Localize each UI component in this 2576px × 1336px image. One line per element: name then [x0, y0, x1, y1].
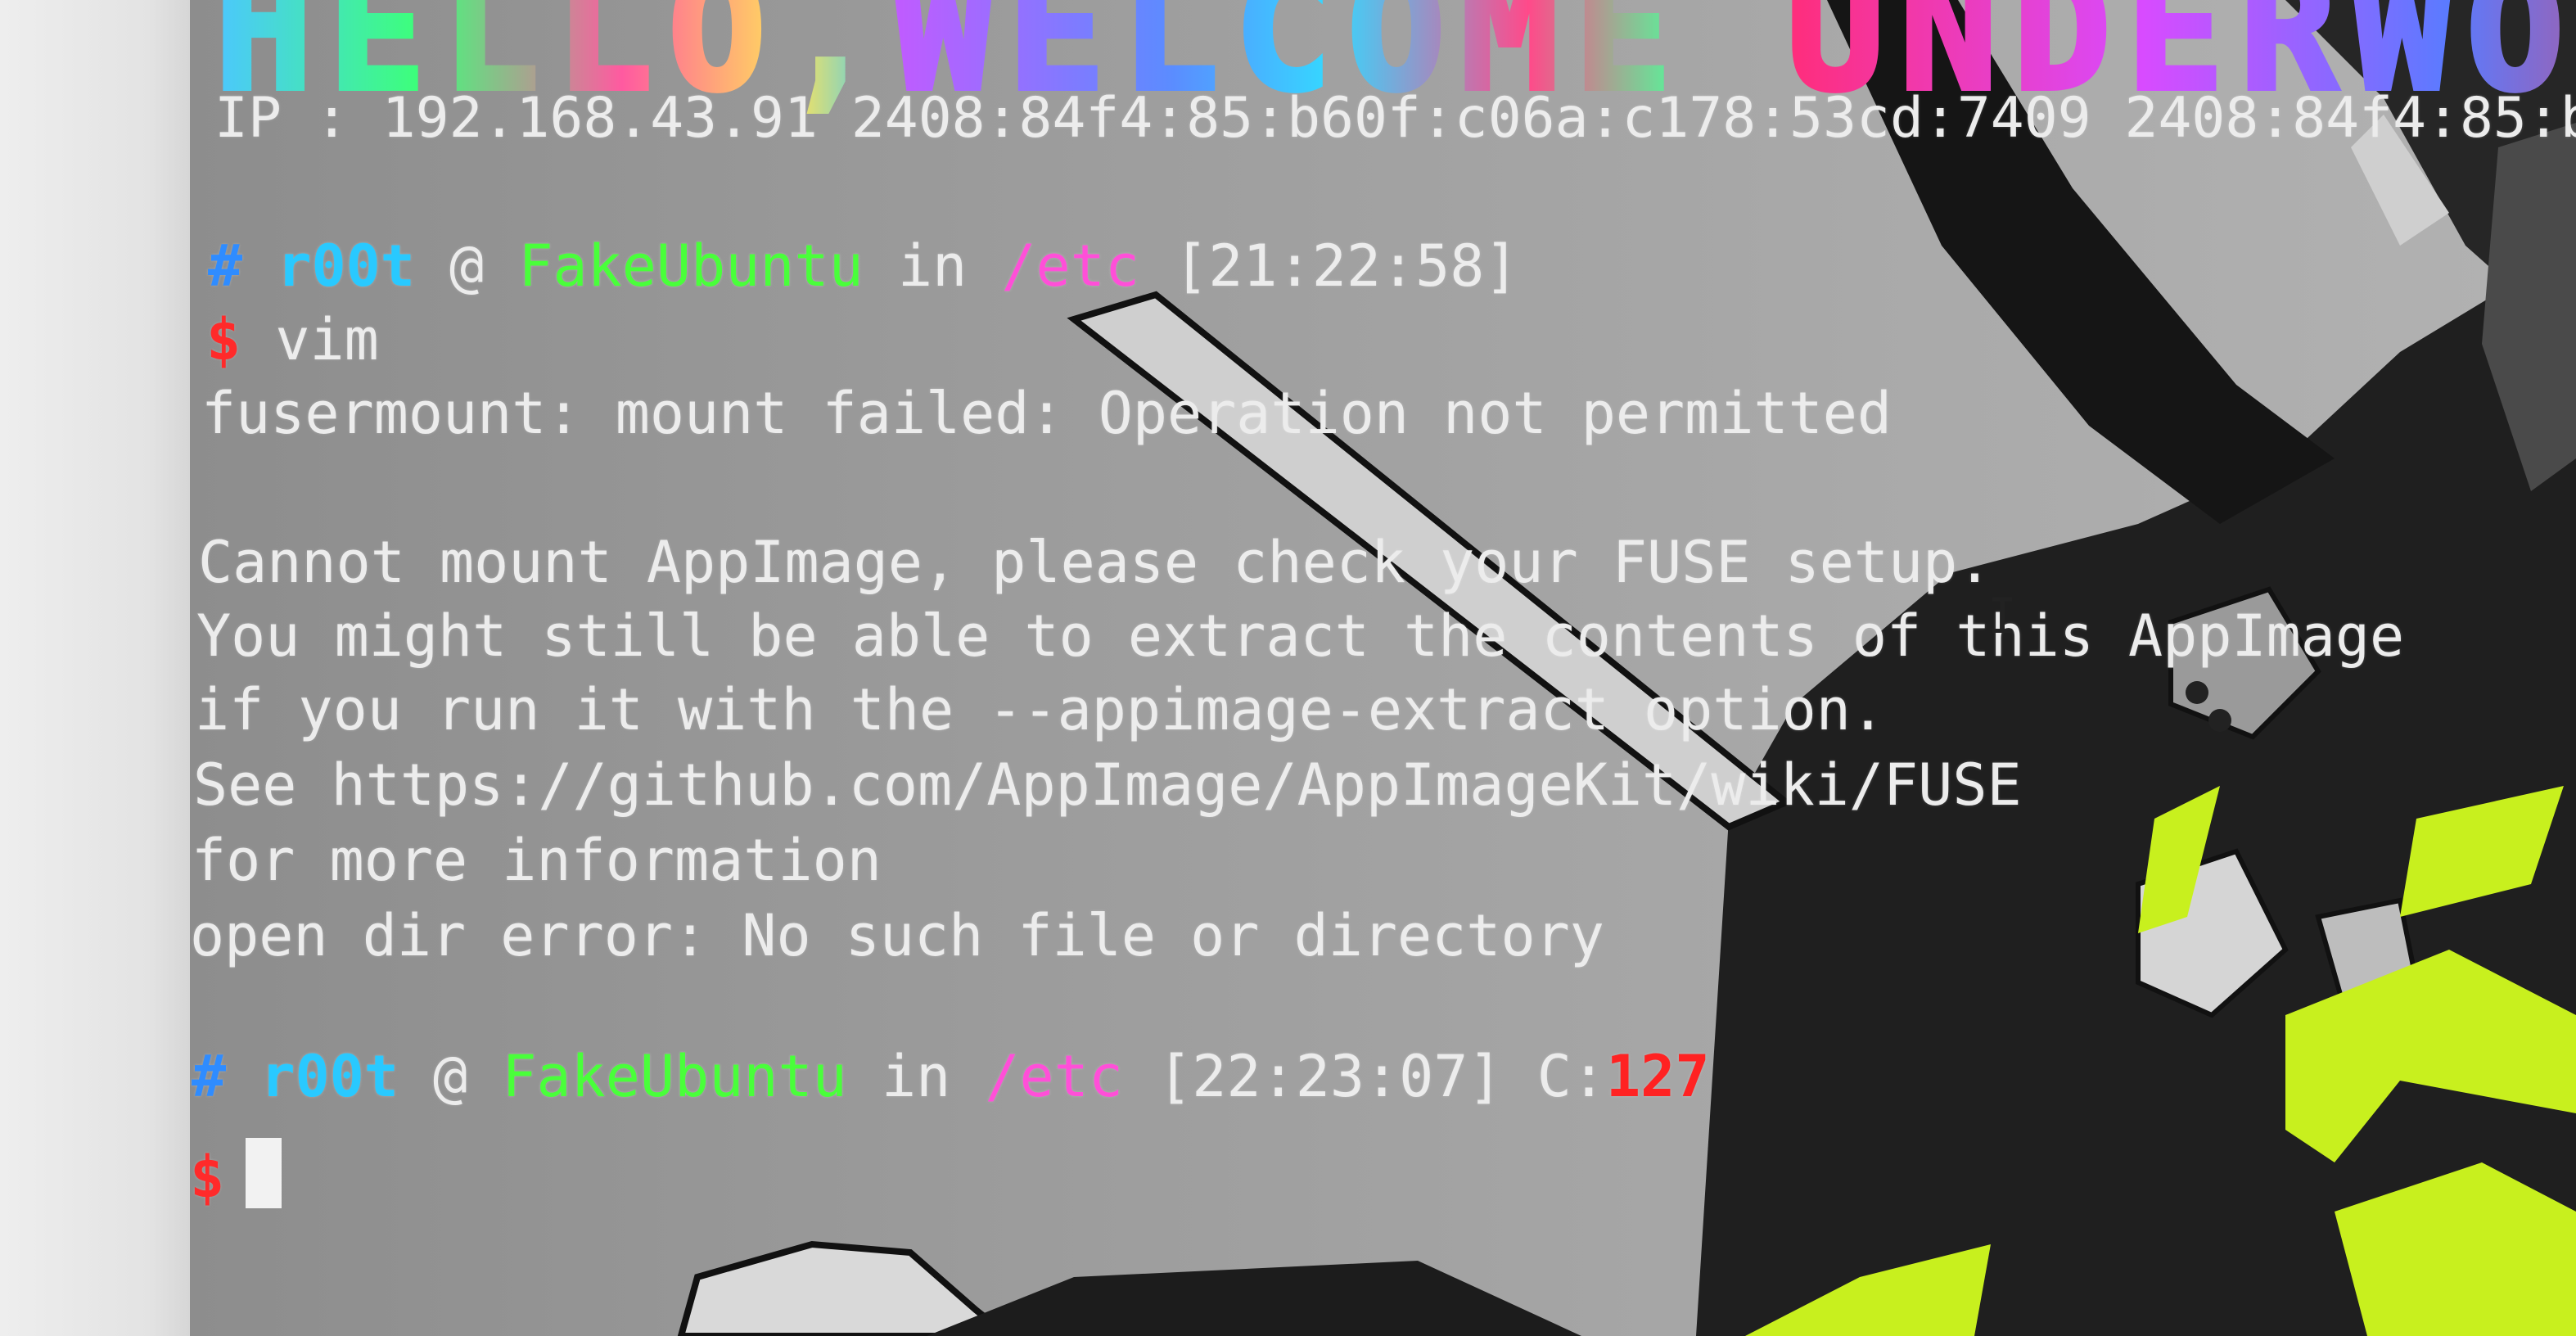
prompt-dollar: $ — [206, 306, 241, 373]
prompt-host: FakeUbuntu — [502, 1043, 847, 1110]
prompt-line: # r00t @ FakeUbuntu in /etc [21:22:58] — [208, 237, 1519, 295]
prompt-line: # r00t @ FakeUbuntu in /etc [22:23:07] C… — [192, 1048, 1709, 1105]
prompt-hash: # — [208, 232, 243, 300]
block-cursor-icon[interactable] — [246, 1138, 282, 1208]
prompt-user: r00t — [277, 232, 415, 300]
exit-code-label: C: — [1536, 1043, 1607, 1110]
output-line: if you run it with the --appimage-extrac… — [195, 676, 1886, 743]
output-line: for more information — [192, 827, 882, 894]
prompt-at: @ — [449, 232, 485, 300]
command-text: vim — [275, 306, 379, 373]
prompt-at: @ — [433, 1043, 468, 1110]
text-ibeam-icon: I — [1987, 588, 2018, 645]
output-line: Cannot mount AppImage, please check your… — [198, 529, 1992, 596]
prompt-in: in — [897, 232, 968, 300]
prompt-dollar: $ — [190, 1144, 225, 1211]
command-line: $ vim — [206, 311, 379, 368]
ip-line: IP : 192.168.43.91 2408:84f4:85:b60f:c06… — [214, 86, 2576, 151]
prompt-user: r00t — [260, 1043, 399, 1110]
command-line[interactable]: $ — [190, 1138, 282, 1208]
prompt-in: in — [881, 1043, 951, 1110]
prompt-path: /etc — [1001, 232, 1139, 300]
terminal-window[interactable]: HELLO, WELCOME UNDERWORL IP : 192.168.43… — [190, 0, 2576, 1336]
output-line: See https://github.com/AppImage/AppImage… — [193, 752, 2022, 819]
photo-of-screen: HELLO, WELCOME UNDERWORL IP : 192.168.43… — [0, 0, 2576, 1336]
exit-code-value: 127 — [1606, 1043, 1710, 1110]
output-line: fusermount: mount failed: Operation not … — [201, 380, 1893, 447]
prompt-time: [21:22:58] — [1174, 232, 1519, 300]
prompt-host: FakeUbuntu — [518, 232, 864, 300]
prompt-time: [22:23:07] — [1157, 1043, 1503, 1110]
terminal-text[interactable]: IP : 192.168.43.91 2408:84f4:85:b60f:c06… — [190, 0, 2576, 1336]
prompt-path: /etc — [985, 1043, 1123, 1110]
monitor-bezel — [0, 0, 213, 1336]
output-line: open dir error: No such file or director… — [190, 902, 1604, 969]
prompt-hash: # — [192, 1043, 227, 1110]
output-line: You might still be able to extract the c… — [196, 603, 2405, 670]
